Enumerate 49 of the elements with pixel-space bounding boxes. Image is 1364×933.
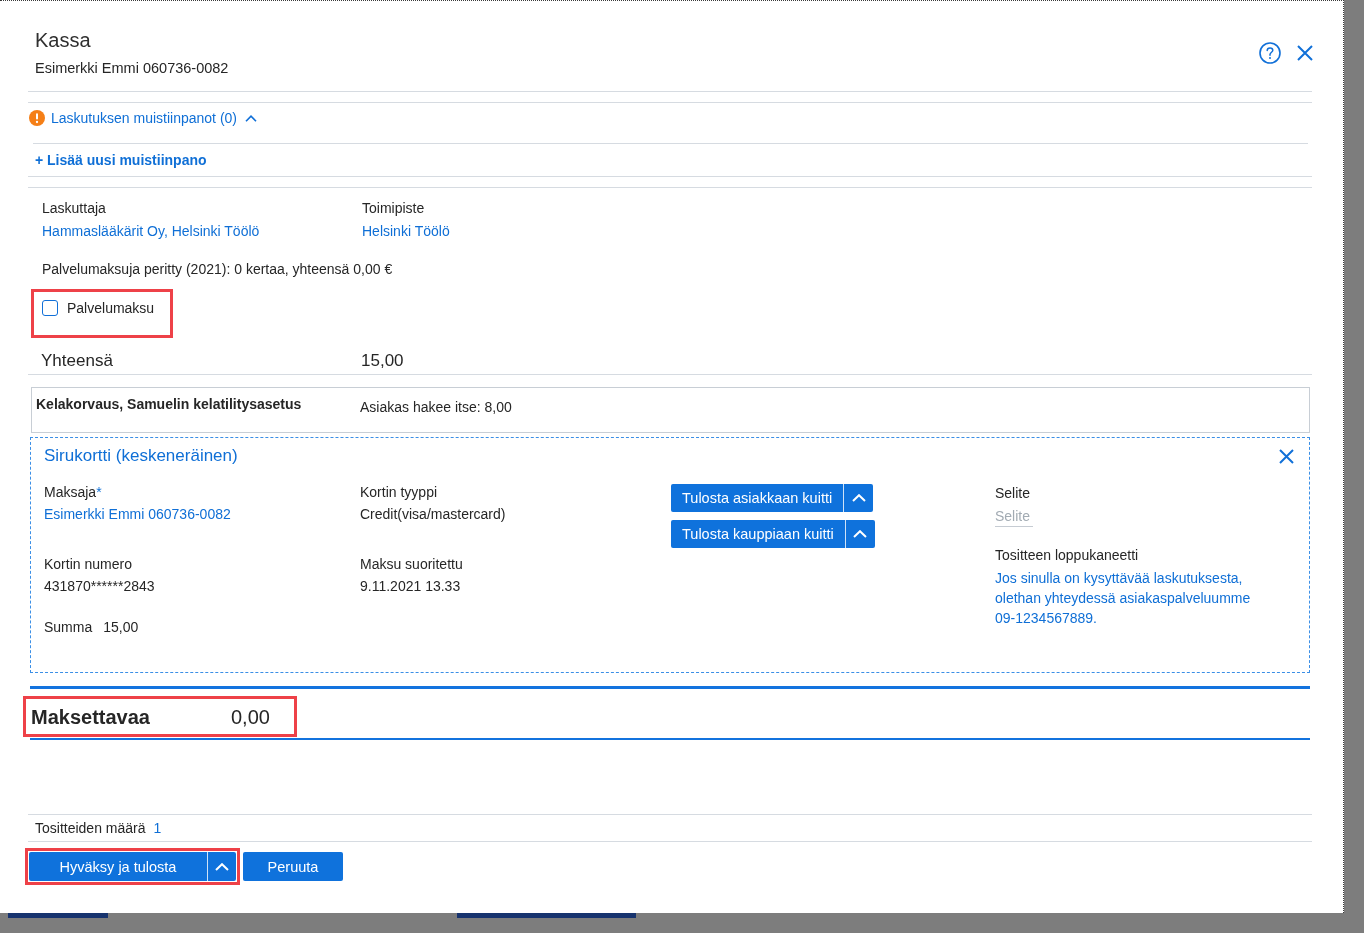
sum-label: Summa — [44, 618, 93, 637]
cancel-button[interactable]: Peruuta — [243, 852, 343, 881]
checkbox-label: Palvelumaksu — [67, 299, 155, 318]
dropdown-toggle-button[interactable] — [207, 852, 236, 881]
close-icon[interactable] — [1297, 44, 1313, 61]
total-label: Yhteensä — [41, 350, 113, 372]
reimbursement-title: Kelakorvaus, Samuelin kelatilitysasetus — [36, 395, 302, 414]
total-value: 15,00 — [361, 350, 404, 372]
billing-notes-toggle[interactable]: Laskutuksen muistiinpanot (0) — [51, 110, 237, 126]
field-label: Laskuttaja — [42, 199, 106, 218]
patient-name: Esimerkki Emmi 060736-0082 — [35, 59, 229, 78]
service-fee-summary: Palvelumaksuja peritty (2021): 0 kertaa, yhteensä 0,00 € — [42, 260, 393, 279]
field-label: Toimipiste — [362, 199, 425, 218]
checkbox[interactable] — [42, 300, 58, 316]
field-label: Selite — [995, 484, 1031, 503]
help-icon[interactable] — [1259, 41, 1281, 64]
field-link[interactable]: Hammaslääkärit Oy, Helsinki Töölö — [42, 221, 260, 241]
chevron-up-icon — [853, 530, 868, 538]
print-receipt-button[interactable]: Tulosta kauppiaan kuitti — [671, 520, 845, 548]
sum-value: 15,00 — [103, 618, 139, 637]
description-input[interactable]: Selite — [995, 506, 1033, 527]
field-value: 431870******2843 — [44, 577, 155, 596]
field-label: Maksu suoritettu — [360, 555, 463, 574]
dropdown-toggle-button[interactable] — [844, 520, 875, 548]
payer-link[interactable]: Esimerkki Emmi 060736-0082 — [44, 504, 231, 524]
approve-print-button[interactable]: Hyväksy ja tulosta — [29, 852, 207, 881]
dropdown-toggle-button[interactable] — [843, 484, 874, 512]
amount-due-value: 0,00 — [231, 704, 270, 729]
chevron-up-icon — [851, 494, 866, 502]
add-note-link[interactable]: + Lisää uusi muistiinpano — [35, 152, 207, 168]
receipt-count-value: 1 — [153, 819, 162, 838]
print-receipt-button[interactable]: Tulosta asiakkaan kuitti — [671, 484, 844, 512]
closing-note-text: Jos sinulla on kysyttävää laskutuksesta, olethan yhteydessä asiakaspalveluumme 09-1234567889. — [995, 569, 1252, 628]
field-label: Maksaja* — [44, 483, 102, 502]
field-value: Credit(visa/mastercard) — [360, 505, 506, 524]
amount-due-label: Maksettavaa — [31, 704, 151, 729]
reimbursement-note: Asiakas hakee itse: 8,00 — [360, 398, 512, 417]
chevron-up-icon — [215, 862, 229, 871]
field-label: Kortin tyyppi — [360, 483, 438, 502]
payment-title: Sirukortti (keskeneräinen) — [44, 445, 238, 467]
close-icon[interactable] — [1279, 448, 1294, 464]
receipt-count-label: Tositteiden määrä — [35, 819, 146, 838]
field-link[interactable]: Helsinki Töölö — [362, 221, 450, 241]
field-label: Tositteen loppukaneetti — [995, 546, 1139, 565]
warning-icon — [29, 110, 45, 126]
field-value: 9.11.2021 13.33 — [360, 577, 461, 596]
dialog-title: Kassa — [35, 28, 91, 53]
field-label: Kortin numero — [44, 555, 132, 574]
chevron-up-icon[interactable] — [245, 114, 257, 122]
